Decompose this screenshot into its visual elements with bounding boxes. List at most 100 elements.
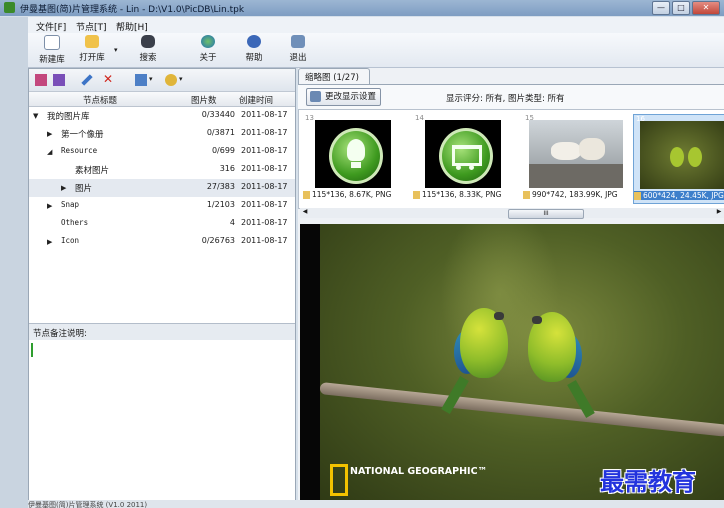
tree-row[interactable]: ▶ 第一个像册 0/3871 2011-08-17 xyxy=(29,125,295,143)
thumbnail-strip: 13 115*136, 8.67K, PNG 14 115*136, 8.33K… xyxy=(298,109,724,209)
thumbnail-caption: 115*136, 8.33K, PNG xyxy=(413,190,515,199)
import-icon[interactable] xyxy=(165,74,177,86)
close-button[interactable]: ✕ xyxy=(692,1,720,15)
menu-bar: 文件[F] 节点[T] 帮助[H] xyxy=(28,17,724,33)
tree-row[interactable]: Others 4 2011-08-17 xyxy=(29,215,295,233)
note-header: 节点备注说明: xyxy=(29,323,295,340)
thumbnail-caption-text: 600*424, 24.45K, JPG xyxy=(643,191,724,200)
thumbnail-item[interactable]: 15 990*742, 183.99K, JPG xyxy=(523,114,623,202)
thumbnail-item[interactable]: 13 115*136, 8.67K, PNG xyxy=(303,114,403,202)
open-library-dropdown-icon[interactable]: ▾ xyxy=(114,46,118,54)
help-label: 帮助 xyxy=(245,53,263,63)
open-library-button[interactable]: 打开库 xyxy=(74,35,110,65)
rocks xyxy=(529,164,623,188)
parrot-left xyxy=(441,296,520,414)
app-icon xyxy=(4,2,15,13)
thumbnail-toolbar: 更改显示设置 显示评分: 所有, 图片类型: 所有 xyxy=(298,84,724,109)
add-node-dropdown-icon[interactable]: ▾ xyxy=(149,75,153,83)
about-button[interactable]: 关于 xyxy=(190,35,226,65)
collapse-all-icon[interactable] xyxy=(53,74,65,86)
menu-help[interactable]: 帮助[H] xyxy=(116,20,148,33)
thumbnail-item-selected[interactable]: 16 600*424, 24.45K, JPG xyxy=(633,114,724,204)
tree-label: 素材图片 xyxy=(75,166,110,176)
scrollbar-thumb[interactable]: III xyxy=(508,209,584,219)
about-globe-icon xyxy=(201,35,215,48)
left-panel: ✕ ▾ ▾ 节点标题 图片数 创建时间 ▼ 我的图片库 0/33440 2011… xyxy=(28,68,296,502)
note-title: 节点备注说明: xyxy=(33,329,87,339)
tree-row[interactable]: ▶ Snap 1/2103 2011-08-17 xyxy=(29,197,295,215)
tree-count: 4 xyxy=(229,218,235,227)
status-bar: 伊曼基图(简)片管理系统 (V1.0 2011) xyxy=(28,500,724,508)
tree-date: 2011-08-17 xyxy=(241,110,288,119)
expand-arrow-icon[interactable]: ▶ xyxy=(47,130,52,138)
delete-icon[interactable]: ✕ xyxy=(103,72,113,86)
expand-arrow-icon[interactable]: ▶ xyxy=(47,238,52,246)
window-title: 伊曼基图(简)片管理系统 - Lin - D:\V1.0\PicDB\Lin.t… xyxy=(20,5,245,15)
parrot xyxy=(688,147,702,167)
tab-thumbnails[interactable]: 缩略图 (1/27) xyxy=(298,68,370,84)
tree-label: Icon xyxy=(61,236,80,245)
column-title[interactable]: 节点标题 xyxy=(83,94,117,106)
expand-all-icon[interactable] xyxy=(35,74,47,86)
right-panel: 缩略图 (1/27) 更改显示设置 显示评分: 所有, 图片类型: 所有 13 … xyxy=(298,68,724,500)
tree-date: 2011-08-17 xyxy=(241,164,288,173)
thumbnail-scrollbar[interactable]: ◀ III ▶ xyxy=(300,208,724,219)
natgeo-logo-icon xyxy=(330,464,348,496)
expand-arrow-icon[interactable]: ▶ xyxy=(61,184,66,192)
natgeo-logo-text: NATIONAL GEOGRAPHIC™ xyxy=(350,466,488,477)
settings-icon xyxy=(310,91,321,102)
menu-file[interactable]: 文件[F] xyxy=(36,20,66,33)
thumbnail-caption-text: 115*136, 8.33K, PNG xyxy=(422,190,502,199)
new-library-label: 新建库 xyxy=(39,55,65,65)
scroll-left-icon[interactable]: ◀ xyxy=(300,208,310,218)
parrot-right xyxy=(516,300,595,418)
title-bar: 伊曼基图(简)片管理系统 - Lin - D:\V1.0\PicDB\Lin.t… xyxy=(0,0,724,16)
collapse-arrow-icon[interactable]: ◢ xyxy=(47,148,52,156)
tree-row-selected[interactable]: ▶ 图片 27/383 2011-08-17 xyxy=(29,179,295,197)
tree-count: 0/26763 xyxy=(201,236,235,245)
tree-label: Resource xyxy=(61,146,98,155)
shopping-cart-icon xyxy=(439,128,493,184)
menu-node[interactable]: 节点[T] xyxy=(76,20,107,33)
exit-icon xyxy=(291,35,305,48)
column-count[interactable]: 图片数 xyxy=(191,94,217,106)
tree-count: 1/2103 xyxy=(206,200,235,209)
exit-button[interactable]: 退出 xyxy=(280,35,316,65)
help-button[interactable]: 帮助 xyxy=(236,35,272,65)
search-label: 搜索 xyxy=(139,53,157,63)
tree-label: 我的图片库 xyxy=(47,112,90,122)
thumbnail-caption: 990*742, 183.99K, JPG xyxy=(523,190,625,199)
tree-row[interactable]: 素材图片 316 2011-08-17 xyxy=(29,161,295,179)
minimize-button[interactable]: — xyxy=(652,1,670,15)
tree-row[interactable]: ◢ Resource 0/699 2011-08-17 xyxy=(29,143,295,161)
lightbulb-icon xyxy=(329,128,383,184)
note-text-area[interactable] xyxy=(31,343,33,357)
tree-row[interactable]: ▼ 我的图片库 0/33440 2011-08-17 xyxy=(29,107,295,125)
help-icon xyxy=(247,35,261,48)
add-node-icon[interactable] xyxy=(135,74,147,86)
search-button[interactable]: 搜索 xyxy=(130,35,166,65)
about-label: 关于 xyxy=(199,53,217,63)
edit-pencil-icon[interactable] xyxy=(81,74,93,86)
change-display-settings-button[interactable]: 更改显示设置 xyxy=(306,88,382,106)
new-library-button[interactable]: 新建库 xyxy=(34,35,70,65)
tab-thumbnails-label: 缩略图 (1/27) xyxy=(305,73,359,83)
thumbnail-item[interactable]: 14 115*136, 8.33K, PNG xyxy=(413,114,513,202)
background-window-edge xyxy=(0,17,29,508)
tree-header: 节点标题 图片数 创建时间 xyxy=(29,92,295,107)
tree-label: Snap xyxy=(61,200,80,209)
tree-row[interactable]: ▶ Icon 0/26763 2011-08-17 xyxy=(29,233,295,251)
collapse-arrow-icon[interactable]: ▼ xyxy=(33,112,38,120)
import-dropdown-icon[interactable]: ▾ xyxy=(179,75,183,83)
change-display-settings-label: 更改显示设置 xyxy=(325,92,377,102)
scroll-right-icon[interactable]: ▶ xyxy=(714,208,724,218)
expand-arrow-icon[interactable]: ▶ xyxy=(47,202,52,210)
image-preview[interactable]: NATIONAL GEOGRAPHIC™ xyxy=(300,224,724,500)
maximize-button[interactable]: □ xyxy=(672,1,690,15)
column-date[interactable]: 创建时间 xyxy=(239,94,273,106)
tree-date: 2011-08-17 xyxy=(241,182,288,191)
thumbnail-caption: 600*424, 24.45K, JPG xyxy=(634,191,724,200)
tree-count: 0/33440 xyxy=(201,110,235,119)
filter-status: 显示评分: 所有, 图片类型: 所有 xyxy=(446,94,565,104)
watermark: 最需教育 xyxy=(600,467,696,496)
